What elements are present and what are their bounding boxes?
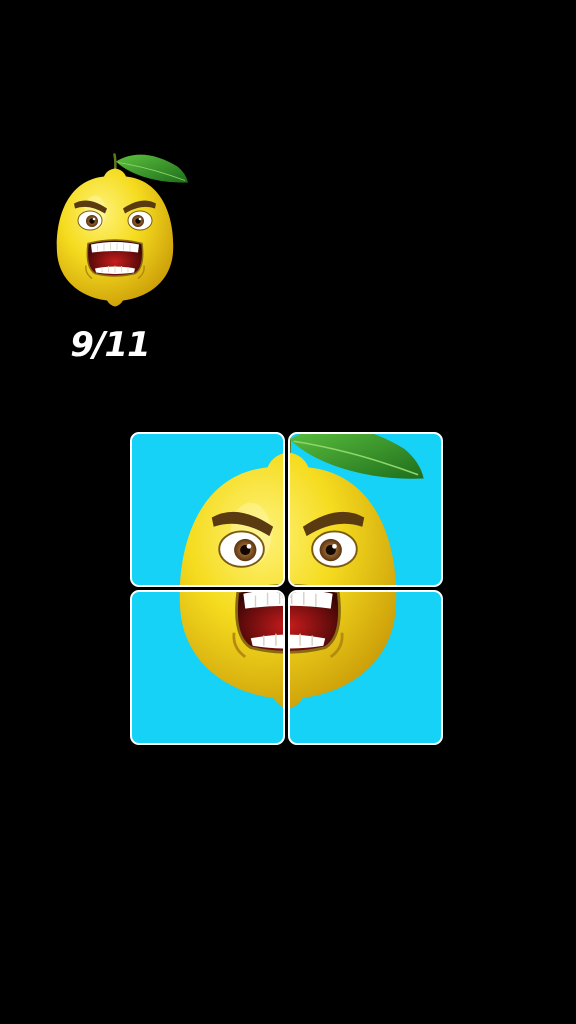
puzzle-tile-bottom-right[interactable]: [288, 590, 443, 745]
angry-lemon-icon: [55, 153, 190, 308]
angry-lemon-icon: [130, 590, 285, 745]
reference-lemon-image: [40, 140, 190, 320]
game-screen: 9/11: [0, 0, 576, 1024]
puzzle-tile-top-right[interactable]: [288, 432, 443, 587]
level-progress-counter: 9/11: [70, 325, 150, 365]
angry-lemon-icon: [288, 432, 443, 587]
puzzle-tile-top-left[interactable]: [130, 432, 285, 587]
angry-lemon-icon: [130, 432, 285, 587]
puzzle-tile-bottom-left[interactable]: [130, 590, 285, 745]
puzzle-board: [130, 432, 446, 748]
angry-lemon-icon: [288, 590, 443, 745]
